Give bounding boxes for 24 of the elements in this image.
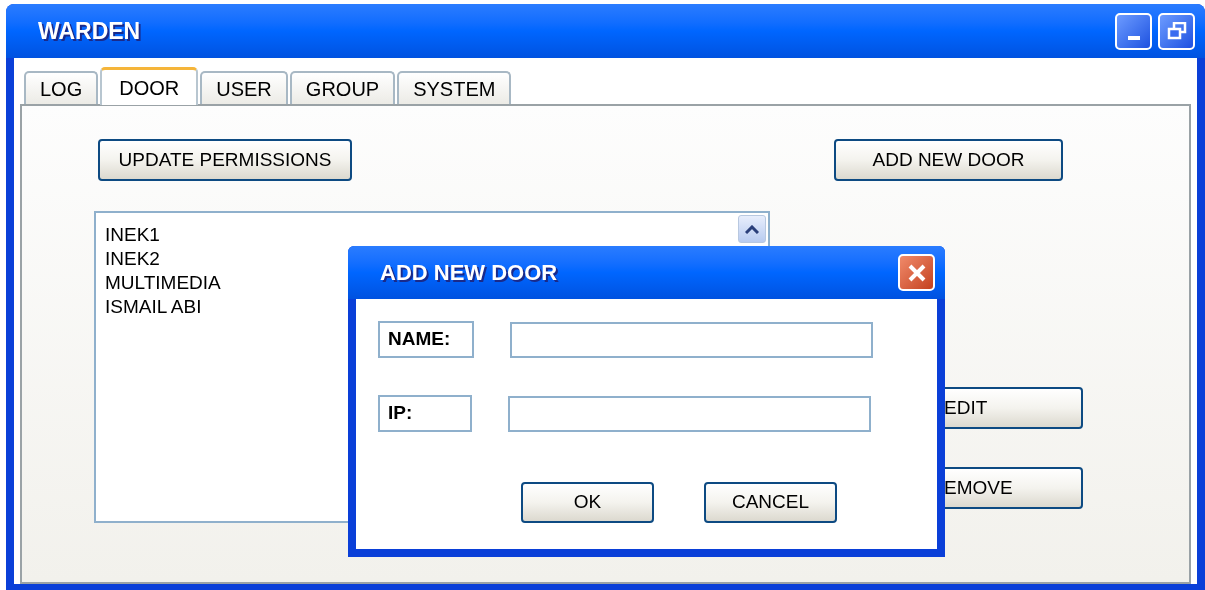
tab[interactable]: GROUP bbox=[289, 71, 396, 104]
text-field[interactable] bbox=[508, 395, 871, 432]
chevron-up-icon bbox=[745, 224, 759, 234]
tab[interactable]: USER bbox=[200, 71, 288, 104]
update-permissions-button[interactable]: UPDATE PERMISSIONS bbox=[98, 139, 352, 181]
minimize-button[interactable] bbox=[1115, 12, 1152, 50]
window-title: WARDEN bbox=[38, 16, 141, 46]
close-icon bbox=[906, 262, 927, 283]
tab[interactable]: DOOR bbox=[100, 67, 199, 105]
field-label: NAME: bbox=[378, 321, 474, 358]
restore-button[interactable] bbox=[1158, 12, 1195, 50]
tab[interactable]: SYSTEM bbox=[397, 71, 512, 104]
scroll-up-button[interactable] bbox=[738, 215, 766, 243]
dialog-button[interactable]: OK bbox=[521, 482, 654, 523]
add-new-door-button[interactable]: ADD NEW DOOR bbox=[834, 139, 1063, 181]
close-button[interactable] bbox=[898, 254, 935, 291]
restore-icon bbox=[1166, 22, 1187, 40]
text-field[interactable] bbox=[510, 321, 873, 358]
tab[interactable]: LOG bbox=[24, 71, 99, 104]
dialog-button[interactable]: CANCEL bbox=[704, 482, 837, 523]
door-list-item[interactable]: INEK1 bbox=[105, 223, 738, 247]
field-label: IP: bbox=[378, 395, 472, 432]
minimize-icon bbox=[1127, 35, 1140, 40]
dialog-title: ADD NEW DOOR bbox=[380, 259, 558, 287]
